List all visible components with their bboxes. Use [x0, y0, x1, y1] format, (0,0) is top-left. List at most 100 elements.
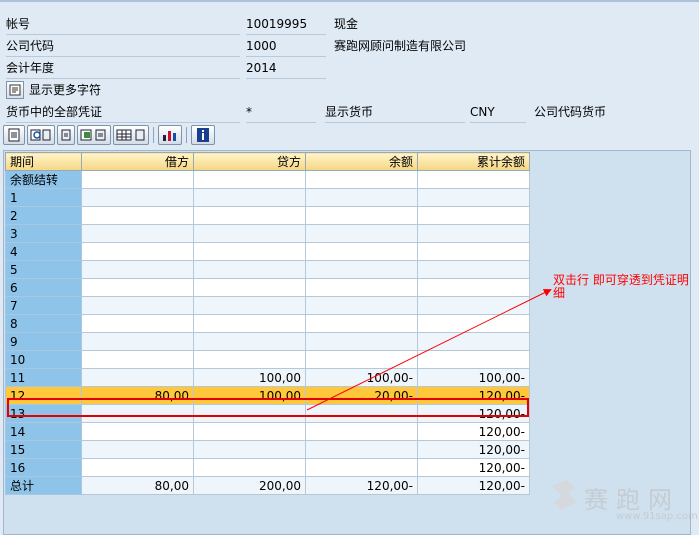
- period-cell[interactable]: 6: [5, 278, 82, 297]
- table-row[interactable]: 15 120,00-: [5, 440, 530, 459]
- debit-cell[interactable]: [81, 170, 194, 189]
- credit-cell[interactable]: [193, 278, 306, 297]
- balance-cell[interactable]: 120,00-: [305, 476, 418, 495]
- cumulative-cell[interactable]: [417, 350, 530, 369]
- period-cell[interactable]: 9: [5, 332, 82, 351]
- cumulative-cell[interactable]: [417, 278, 530, 297]
- period-cell[interactable]: 16: [5, 458, 82, 477]
- balance-cell[interactable]: 20,00-: [305, 386, 418, 405]
- credit-cell[interactable]: [193, 188, 306, 207]
- debit-cell[interactable]: 80,00: [81, 476, 194, 495]
- cumulative-cell[interactable]: [417, 188, 530, 207]
- cumulative-cell[interactable]: 120,00-: [417, 440, 530, 459]
- debit-cell[interactable]: [81, 260, 194, 279]
- table-row[interactable]: 6: [5, 278, 530, 297]
- credit-cell[interactable]: [193, 224, 306, 243]
- balance-cell[interactable]: [305, 206, 418, 225]
- debit-cell[interactable]: 80,00: [81, 386, 194, 405]
- credit-cell[interactable]: [193, 296, 306, 315]
- credit-cell[interactable]: 100,00: [193, 386, 306, 405]
- credit-cell[interactable]: 200,00: [193, 476, 306, 495]
- cumulative-cell[interactable]: 120,00-: [417, 404, 530, 423]
- chart-button[interactable]: [158, 125, 182, 145]
- debit-cell[interactable]: [81, 314, 194, 333]
- credit-cell[interactable]: [193, 422, 306, 441]
- cumulative-cell[interactable]: [417, 332, 530, 351]
- debit-cell[interactable]: [81, 368, 194, 387]
- credit-cell[interactable]: [193, 314, 306, 333]
- credit-cell[interactable]: [193, 458, 306, 477]
- table-row[interactable]: 10: [5, 350, 530, 369]
- debit-cell[interactable]: [81, 458, 194, 477]
- period-cell[interactable]: 2: [5, 206, 82, 225]
- debit-cell[interactable]: [81, 296, 194, 315]
- credit-cell[interactable]: [193, 242, 306, 261]
- credit-cell[interactable]: [193, 170, 306, 189]
- balance-cell[interactable]: [305, 422, 418, 441]
- balance-cell[interactable]: [305, 440, 418, 459]
- credit-cell[interactable]: [193, 404, 306, 423]
- balance-cell[interactable]: 100,00-: [305, 368, 418, 387]
- col-header-cumulative[interactable]: 累计余额: [417, 152, 530, 171]
- find-next-button[interactable]: [57, 125, 75, 145]
- balance-cell[interactable]: [305, 350, 418, 369]
- period-cell[interactable]: 5: [5, 260, 82, 279]
- cumulative-cell[interactable]: 100,00-: [417, 368, 530, 387]
- table-row[interactable]: 余额结转: [5, 170, 530, 189]
- table-row[interactable]: 5: [5, 260, 530, 279]
- table-row[interactable]: 7: [5, 296, 530, 315]
- cumulative-cell[interactable]: [417, 314, 530, 333]
- table-row[interactable]: 3: [5, 224, 530, 243]
- balance-cell[interactable]: [305, 260, 418, 279]
- credit-cell[interactable]: [193, 332, 306, 351]
- col-header-credit[interactable]: 贷方: [193, 152, 306, 171]
- debit-cell[interactable]: [81, 422, 194, 441]
- cumulative-cell[interactable]: 120,00-: [417, 476, 530, 495]
- period-cell[interactable]: 10: [5, 350, 82, 369]
- debit-cell[interactable]: [81, 332, 194, 351]
- period-cell[interactable]: 14: [5, 422, 82, 441]
- table-row[interactable]: 13 120,00-: [5, 404, 530, 423]
- table-row[interactable]: 9: [5, 332, 530, 351]
- balance-cell[interactable]: [305, 278, 418, 297]
- find-button[interactable]: [27, 125, 55, 145]
- more-chars-button[interactable]: [6, 81, 24, 99]
- debit-cell[interactable]: [81, 350, 194, 369]
- debit-cell[interactable]: [81, 440, 194, 459]
- col-header-balance[interactable]: 余额: [305, 152, 418, 171]
- balance-cell[interactable]: [305, 242, 418, 261]
- layout-button[interactable]: [113, 125, 149, 145]
- cumulative-cell[interactable]: 120,00-: [417, 386, 530, 405]
- table-row[interactable]: 总计 80,00 200,00 120,00- 120,00-: [5, 476, 530, 495]
- table-row[interactable]: 12 80,00 100,00 20,00- 120,00-: [5, 386, 530, 405]
- credit-cell[interactable]: [193, 350, 306, 369]
- debit-cell[interactable]: [81, 404, 194, 423]
- table-row[interactable]: 4: [5, 242, 530, 261]
- cumulative-cell[interactable]: [417, 170, 530, 189]
- table-row[interactable]: 16 120,00-: [5, 458, 530, 477]
- table-row[interactable]: 1: [5, 188, 530, 207]
- period-cell[interactable]: 总计: [5, 476, 82, 495]
- balance-cell[interactable]: [305, 224, 418, 243]
- period-cell[interactable]: 3: [5, 224, 82, 243]
- period-cell[interactable]: 余额结转: [5, 170, 82, 189]
- debit-cell[interactable]: [81, 206, 194, 225]
- print-button[interactable]: [3, 125, 25, 145]
- col-header-period[interactable]: 期间: [5, 152, 82, 171]
- period-cell[interactable]: 7: [5, 296, 82, 315]
- cumulative-cell[interactable]: 120,00-: [417, 422, 530, 441]
- info-button[interactable]: [191, 125, 215, 145]
- period-cell[interactable]: 15: [5, 440, 82, 459]
- col-header-debit[interactable]: 借方: [81, 152, 194, 171]
- credit-cell[interactable]: [193, 260, 306, 279]
- cumulative-cell[interactable]: [417, 224, 530, 243]
- cumulative-cell[interactable]: [417, 206, 530, 225]
- cumulative-cell[interactable]: 120,00-: [417, 458, 530, 477]
- period-cell[interactable]: 4: [5, 242, 82, 261]
- table-row[interactable]: 14 120,00-: [5, 422, 530, 441]
- balance-cell[interactable]: [305, 314, 418, 333]
- balance-cell[interactable]: [305, 296, 418, 315]
- debit-cell[interactable]: [81, 242, 194, 261]
- period-cell[interactable]: 13: [5, 404, 82, 423]
- balance-cell[interactable]: [305, 170, 418, 189]
